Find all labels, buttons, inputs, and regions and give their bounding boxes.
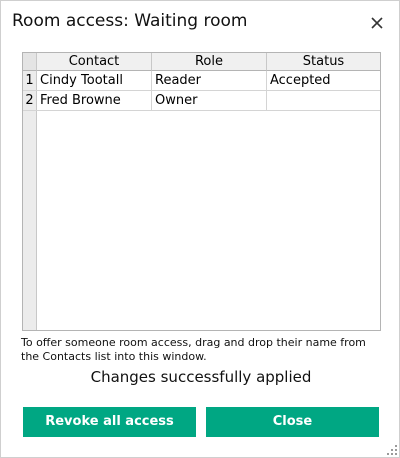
cell-role[interactable]: Reader bbox=[152, 71, 267, 90]
column-header-role[interactable]: Role bbox=[152, 53, 267, 71]
drag-drop-hint: To offer someone room access, drag and d… bbox=[21, 336, 366, 363]
row-number: 2 bbox=[23, 91, 37, 110]
close-icon[interactable] bbox=[367, 13, 387, 33]
column-header-status[interactable]: Status bbox=[267, 53, 380, 71]
dialog-title: Room access: Waiting room bbox=[12, 11, 248, 31]
cell-status[interactable] bbox=[267, 91, 380, 110]
revoke-all-access-button[interactable]: Revoke all access bbox=[23, 407, 196, 437]
status-message: Changes successfully applied bbox=[90, 368, 312, 386]
access-table: Contact Role Status 1 Cindy Tootall Read… bbox=[22, 52, 381, 331]
resize-grip-icon[interactable] bbox=[386, 444, 398, 456]
column-header-contact[interactable]: Contact bbox=[37, 53, 152, 71]
table-corner bbox=[23, 53, 37, 71]
table-row[interactable]: 2 Fred Browne Owner bbox=[23, 91, 380, 111]
cell-contact[interactable]: Cindy Tootall bbox=[37, 71, 152, 90]
close-button[interactable]: Close bbox=[206, 407, 379, 437]
cell-status[interactable]: Accepted bbox=[267, 71, 380, 90]
table-row[interactable]: 1 Cindy Tootall Reader Accepted bbox=[23, 71, 380, 91]
row-number: 1 bbox=[23, 71, 37, 90]
cell-contact[interactable]: Fred Browne bbox=[37, 91, 152, 110]
cell-role[interactable]: Owner bbox=[152, 91, 267, 110]
room-access-dialog: Room access: Waiting room Contact Role S… bbox=[0, 0, 400, 458]
